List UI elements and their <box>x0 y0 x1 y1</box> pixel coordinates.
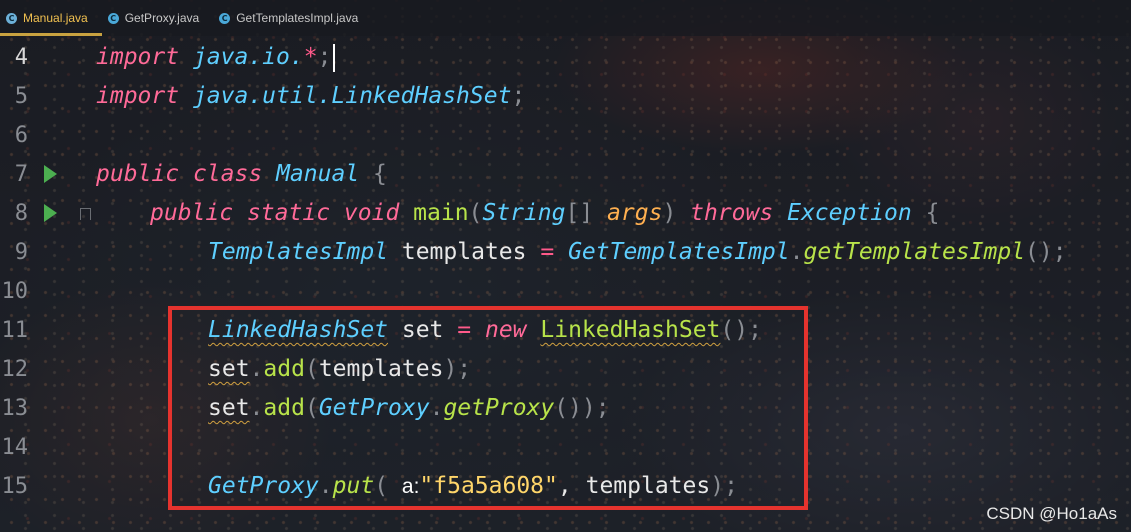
tab-label: GetTemplatesImpl.java <box>236 11 359 25</box>
line-number: 13 <box>1 396 29 421</box>
code-text[interactable]: TemplatesImpl templates = GetTemplatesIm… <box>208 233 1067 272</box>
code-line[interactable]: 9 TemplatesImpl templates = GetTemplates… <box>0 233 1131 272</box>
line-number: 11 <box>1 318 29 343</box>
run-main-icon[interactable] <box>44 204 57 222</box>
code-text[interactable]: public static void main(String[] args) t… <box>150 194 939 233</box>
java-class-icon: C <box>6 12 17 24</box>
annotation-highlight-box <box>168 306 808 510</box>
java-class-icon: C <box>107 12 119 24</box>
line-number: 8 <box>14 201 28 226</box>
line-number: 5 <box>14 84 28 109</box>
tab-label: GetProxy.java <box>124 11 200 25</box>
tab-label: Manual.java <box>23 11 88 25</box>
code-line[interactable]: 8 public static void main(String[] args)… <box>0 194 1131 233</box>
line-number: 14 <box>1 435 29 460</box>
fold-icon[interactable] <box>80 208 91 220</box>
line-number: 4 <box>14 45 28 70</box>
text-cursor <box>333 43 336 72</box>
tab-gettemplatesimpl-java[interactable]: C GetTemplatesImpl.java <box>213 0 372 36</box>
line-number: 9 <box>14 240 28 265</box>
code-text[interactable]: import java.util.LinkedHashSet; <box>96 77 525 116</box>
code-line[interactable]: 7 public class Manual { <box>0 155 1131 194</box>
line-number: 12 <box>1 357 29 382</box>
watermark: CSDN @Ho1aAs <box>986 504 1117 523</box>
code-line[interactable]: 5 import java.util.LinkedHashSet; <box>0 77 1131 116</box>
code-text[interactable]: public class Manual { <box>96 155 387 194</box>
line-number: 6 <box>14 123 28 148</box>
line-number: 15 <box>1 474 29 499</box>
line-number: 7 <box>14 162 28 187</box>
editor-tab-bar: C Manual.java C GetProxy.java C GetTempl… <box>0 0 1131 36</box>
tab-manual-java[interactable]: C Manual.java <box>0 0 102 36</box>
tab-getproxy-java[interactable]: C GetProxy.java <box>102 0 213 36</box>
code-line[interactable]: 6 <box>0 116 1131 155</box>
java-class-icon: C <box>219 12 231 24</box>
run-class-icon[interactable] <box>44 165 57 183</box>
code-text[interactable]: import java.io.*; <box>96 38 336 77</box>
code-line[interactable]: 4 import java.io.*; <box>0 38 1131 77</box>
line-number: 10 <box>1 279 29 304</box>
